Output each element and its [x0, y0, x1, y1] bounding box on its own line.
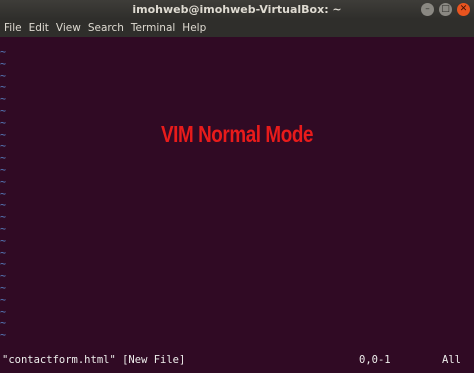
menu-help[interactable]: Help — [180, 19, 211, 37]
empty-line-tilde: ~ — [0, 306, 7, 318]
empty-line-tilde: ~ — [0, 141, 7, 153]
empty-line-tilde: ~ — [0, 58, 7, 70]
terminal-window: imohweb@imohweb-VirtualBox: ~ – □ ✕ File… — [0, 0, 474, 373]
empty-line-tilde: ~ — [0, 200, 7, 212]
window-controls: – □ ✕ — [421, 3, 470, 16]
empty-line-tilde: ~ — [0, 235, 7, 247]
empty-line-tilde: ~ — [0, 271, 7, 283]
empty-line-tilde: ~ — [0, 330, 7, 342]
empty-line-markers: ~ ~ ~ ~ ~ ~ ~ ~ ~ ~ ~ ~ ~ ~ ~ ~ ~ ~ ~ ~ ~ ~ ~ ~ ~ — [0, 47, 12, 342]
empty-line-tilde: ~ — [0, 176, 7, 188]
vim-status-line: "contactform.html" [New File] 0,0-1 All — [0, 353, 474, 367]
menu-search[interactable]: Search — [86, 19, 129, 37]
empty-line-tilde: ~ — [0, 70, 7, 82]
empty-line-tilde: ~ — [0, 247, 7, 259]
close-button[interactable]: ✕ — [457, 3, 470, 16]
empty-line-tilde: ~ — [0, 94, 7, 106]
menu-file[interactable]: File — [2, 19, 27, 37]
empty-line-tilde: ~ — [0, 188, 7, 200]
empty-line-tilde: ~ — [0, 47, 7, 58]
empty-line-tilde: ~ — [0, 294, 7, 306]
minimize-button[interactable]: – — [421, 3, 434, 16]
menu-bar: File Edit View Search Terminal Help — [0, 19, 474, 37]
menu-view[interactable]: View — [54, 19, 86, 37]
overlay-caption: VIM Normal Mode — [160, 121, 314, 147]
scroll-position: All — [442, 354, 461, 366]
title-bar[interactable]: imohweb@imohweb-VirtualBox: ~ – □ ✕ — [0, 0, 474, 19]
empty-line-tilde: ~ — [0, 164, 7, 176]
empty-line-tilde: ~ — [0, 318, 7, 330]
empty-line-tilde: ~ — [0, 282, 7, 294]
window-title: imohweb@imohweb-VirtualBox: ~ — [132, 3, 342, 16]
empty-line-tilde: ~ — [0, 105, 7, 117]
maximize-button[interactable]: □ — [439, 3, 452, 16]
empty-line-tilde: ~ — [0, 117, 7, 129]
empty-line-tilde: ~ — [0, 259, 7, 271]
empty-line-tilde: ~ — [0, 82, 7, 94]
menu-edit[interactable]: Edit — [27, 19, 54, 37]
empty-line-tilde: ~ — [0, 223, 7, 235]
cursor-position: 0,0-1 — [359, 354, 391, 366]
empty-line-tilde: ~ — [0, 129, 7, 141]
menu-terminal[interactable]: Terminal — [129, 19, 180, 37]
empty-line-tilde: ~ — [0, 212, 7, 224]
file-status-message: "contactform.html" [New File] — [2, 354, 186, 366]
terminal-area[interactable]: ~ ~ ~ ~ ~ ~ ~ ~ ~ ~ ~ ~ ~ ~ ~ ~ ~ ~ ~ ~ ~ ~ ~ ~ ~ VIM Normal Mod… — [0, 37, 474, 373]
empty-line-tilde: ~ — [0, 153, 7, 165]
